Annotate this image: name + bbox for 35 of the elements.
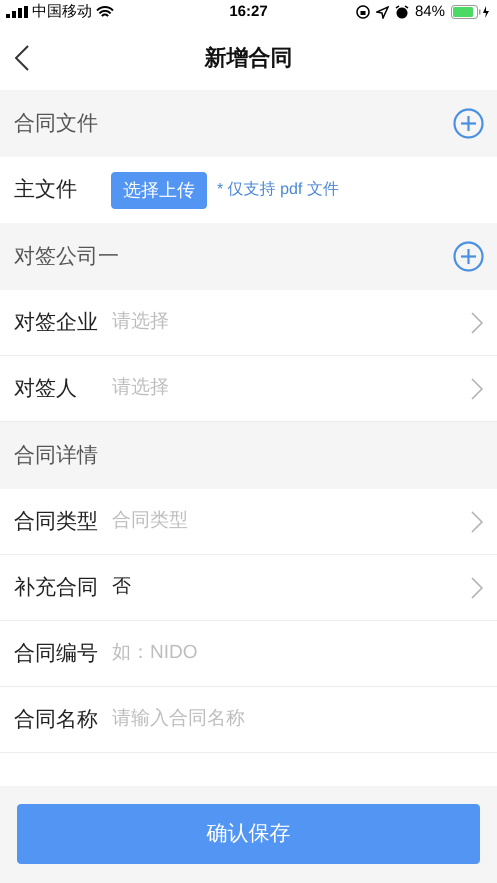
select-placeholder: 合同类型	[112, 509, 188, 534]
battery-charging-icon	[451, 5, 491, 19]
input-field[interactable]: 如：NIDO	[112, 639, 483, 668]
field-label: 主文件	[14, 177, 78, 204]
clock-time: 16:27	[229, 2, 268, 22]
chevron-right-icon	[471, 312, 483, 334]
page-title: 新增合同	[204, 44, 292, 72]
field-label: 合同编号	[14, 640, 99, 667]
battery-percent: 84%	[414, 2, 445, 22]
plus-circle-icon	[453, 108, 484, 139]
input-field[interactable]: 请输入合同名称	[112, 705, 483, 734]
section-title: 合同文件	[14, 110, 98, 137]
field-label: 合同类型	[14, 508, 99, 535]
field-label: 补充合同	[14, 574, 99, 601]
plus-circle-icon	[453, 241, 484, 272]
select-placeholder: 请选择	[112, 376, 169, 400]
section-title: 对签公司一	[14, 244, 119, 270]
field-label: 对签企业	[14, 310, 99, 336]
rotation-lock-icon	[356, 5, 370, 19]
location-arrow-icon	[376, 6, 389, 18]
chevron-right-icon	[471, 378, 483, 400]
chevron-right-icon	[471, 510, 483, 532]
add-button[interactable]	[453, 108, 484, 139]
signal-icon	[6, 6, 28, 18]
field-value: 否	[112, 575, 131, 600]
field-label: 合同名称	[14, 706, 99, 733]
chevron-right-icon	[471, 576, 483, 598]
field-label: 对签人	[14, 376, 78, 402]
select-placeholder: 请选择	[112, 310, 169, 334]
file-type-hint: * 仅支持 pdf 文件	[217, 180, 339, 200]
carrier-name: 中国移动	[32, 2, 92, 22]
wifi-icon	[96, 6, 114, 18]
alarm-clock-icon	[394, 5, 409, 19]
section-title: 合同详情	[14, 442, 98, 469]
add-button[interactable]	[453, 241, 484, 272]
